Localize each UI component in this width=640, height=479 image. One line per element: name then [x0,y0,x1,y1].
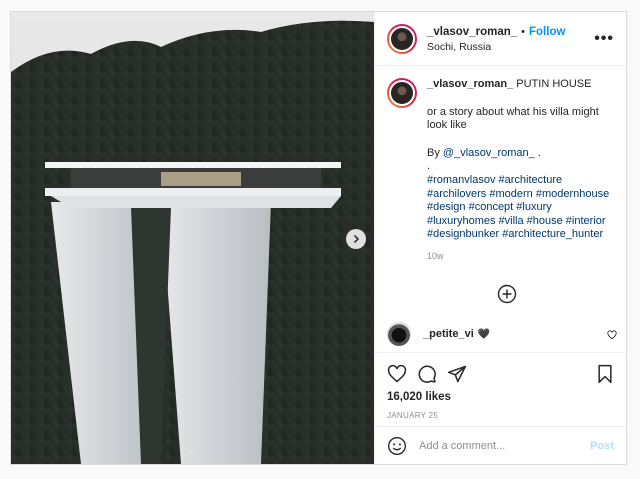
heart-icon[interactable] [387,364,407,384]
post-date: JANUARY 25 [387,411,439,420]
caption-title: PUTIN HOUSE [516,78,592,90]
author-username[interactable]: _vlasov_roman_ [427,26,517,38]
chevron-right-icon [353,234,360,244]
emoji-icon[interactable] [387,436,407,456]
caption-mention[interactable]: @_vlasov_roman_ [443,147,535,159]
like-count[interactable]: 16,020 likes [387,391,614,403]
next-image-button[interactable] [346,229,366,249]
bookmark-icon[interactable] [596,364,614,384]
post-image[interactable] [11,12,374,464]
carousel-dot [187,449,193,455]
comment-icon[interactable] [417,364,437,384]
more-options-icon[interactable]: ••• [594,30,614,48]
caption-dot: . [427,160,431,173]
comment-item: _petite_vi 🖤 [387,322,617,346]
follow-button[interactable]: Follow [529,26,565,38]
hashtags-line[interactable]: #luxuryhomes #villa #house #interior [427,215,614,229]
post-comment-button[interactable]: Post [590,440,614,452]
separator-dot: • [521,25,525,38]
caption-by-suffix: . [534,146,541,159]
caption-username[interactable]: _vlasov_roman_ [427,78,513,90]
hashtags-line[interactable]: #designbunker #architecture_hunter [427,228,614,242]
add-comment-input[interactable] [419,439,569,452]
share-icon[interactable] [447,364,467,384]
post-actions: 16,020 likes JANUARY 25 [375,352,626,420]
post-caption: _vlasov_roman_ PUTIN HOUSE or a story ab… [375,66,626,264]
post-header: _vlasov_roman_ • Follow Sochi, Russia ••• [375,12,626,66]
post-location[interactable]: Sochi, Russia [427,40,565,55]
post-card: _vlasov_roman_ • Follow Sochi, Russia ••• … [10,11,627,465]
caption-by: By [427,146,443,159]
caption-line: or a story about what his villa might lo… [427,105,599,132]
hashtags-line[interactable]: #archilovers #modern #modernhouse [427,188,614,202]
commenter-username[interactable]: _petite_vi [423,328,474,340]
caption-author-avatar[interactable] [387,78,417,108]
author-avatar[interactable] [387,23,417,54]
hashtags-line[interactable]: #romanvlasov #architecture [427,174,614,188]
like-comment-heart-icon[interactable] [607,330,617,340]
comment-text: 🖤 [477,328,491,340]
plus-circle-icon[interactable] [497,284,517,304]
add-comment-bar: Post [375,426,626,464]
post-sidebar: _vlasov_roman_ • Follow Sochi, Russia ••• … [374,12,626,464]
commenter-avatar[interactable] [387,322,411,346]
caption-timestamp: 10w [427,250,444,261]
hashtags-line[interactable]: #design #concept #luxury [427,201,614,215]
villa-photo-illustration [11,12,374,464]
